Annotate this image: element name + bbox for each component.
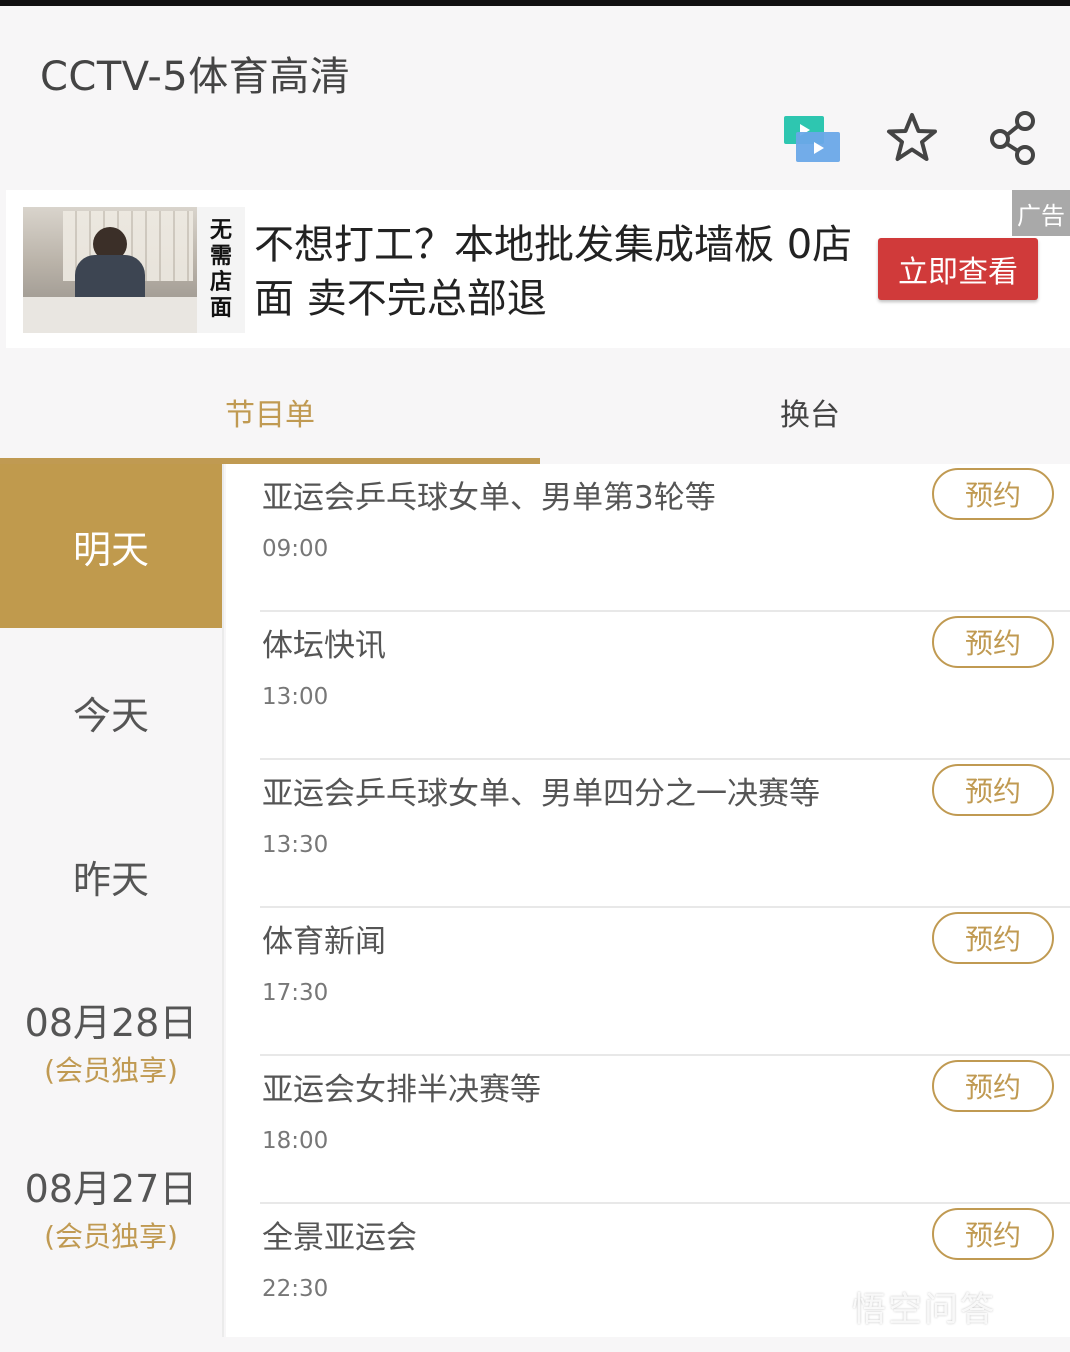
tv-cast-icon[interactable] xyxy=(780,106,844,170)
program-name: 全景亚运会 xyxy=(262,1220,417,1256)
program-name: 体育新闻 xyxy=(262,924,386,960)
date-item-0827[interactable]: 08月27日 (会员独享) xyxy=(0,1124,222,1288)
program-time: 17:30 xyxy=(262,980,329,1006)
ad-banner[interactable]: 无 需 店 面 不想打工？本地批发集成墙板 0店面 卖不完总部退 立即查看 广告 xyxy=(6,190,1070,348)
date-label: 今天 xyxy=(72,693,149,738)
ad-label: 广告 xyxy=(1012,190,1070,236)
ad-image-caption-char: 店 xyxy=(209,270,232,295)
date-label: 昨天 xyxy=(72,857,149,902)
program-row[interactable]: 亚运会乒乓球女单、男单四分之一决赛等 13:30 预约 xyxy=(226,760,1070,908)
date-sidebar: 明天 今天 昨天 08月28日 (会员独享) 08月27日 (会员独享) xyxy=(0,464,224,1337)
member-only-label: (会员独享) xyxy=(44,1053,178,1087)
share-icon[interactable] xyxy=(982,106,1046,170)
star-icon[interactable] xyxy=(880,106,944,170)
program-name: 亚运会女排半决赛等 xyxy=(262,1072,541,1108)
program-time: 09:00 xyxy=(262,536,329,562)
ad-image: 无 需 店 面 xyxy=(23,207,245,333)
program-row[interactable]: 亚运会女排半决赛等 18:00 预约 xyxy=(226,1056,1070,1204)
program-time: 22:30 xyxy=(262,1276,329,1302)
program-time: 13:00 xyxy=(262,684,329,710)
program-name: 体坛快讯 xyxy=(262,628,386,664)
date-label: 明天 xyxy=(72,527,149,572)
program-name: 亚运会乒乓球女单、男单四分之一决赛等 xyxy=(262,776,820,812)
channel-title: CCTV-5体育高清 xyxy=(40,54,351,100)
program-row[interactable]: 亚运会乒乓球女单、男单第3轮等 09:00 预约 xyxy=(226,464,1070,612)
reserve-button[interactable]: 预约 xyxy=(932,1060,1054,1112)
tab-switch-channel[interactable]: 换台 xyxy=(540,360,1070,464)
date-item-today[interactable]: 今天 xyxy=(0,630,222,794)
ad-image-table xyxy=(23,297,203,333)
reserve-button[interactable]: 预约 xyxy=(932,468,1054,520)
reserve-button[interactable]: 预约 xyxy=(932,912,1054,964)
ad-image-caption-char: 面 xyxy=(209,296,232,321)
date-item-tomorrow[interactable]: 明天 xyxy=(0,464,222,628)
date-item-0828[interactable]: 08月28日 (会员独享) xyxy=(0,958,222,1122)
program-time: 13:30 xyxy=(262,832,329,858)
program-name: 亚运会乒乓球女单、男单第3轮等 xyxy=(262,480,716,516)
tab-program-list[interactable]: 节目单 xyxy=(0,360,540,464)
date-label: 08月27日 xyxy=(24,1166,198,1211)
program-row[interactable]: 体育新闻 17:30 预约 xyxy=(226,908,1070,1056)
program-row[interactable]: 体坛快讯 13:00 预约 xyxy=(226,612,1070,760)
reserve-button[interactable]: 预约 xyxy=(932,764,1054,816)
tab-bar: 节目单 换台 xyxy=(0,360,1070,464)
ad-text[interactable]: 不想打工？本地批发集成墙板 0店面 卖不完总部退 xyxy=(254,218,854,326)
header: CCTV-5体育高清 xyxy=(0,6,1070,180)
date-item-yesterday[interactable]: 昨天 xyxy=(0,794,222,958)
program-time: 18:00 xyxy=(262,1128,329,1154)
ad-image-caption: 无 需 店 面 xyxy=(197,207,245,333)
reserve-button[interactable]: 预约 xyxy=(932,1208,1054,1260)
member-only-label: (会员独享) xyxy=(44,1219,178,1253)
program-list: 亚运会乒乓球女单、男单第3轮等 09:00 预约 体坛快讯 13:00 预约 亚… xyxy=(226,464,1070,1337)
ad-image-caption-char: 无 xyxy=(209,218,232,243)
ad-image-caption-char: 需 xyxy=(209,244,232,269)
watermark: 悟空问答 xyxy=(852,1290,996,1330)
date-label: 08月28日 xyxy=(24,1000,198,1045)
reserve-button[interactable]: 预约 xyxy=(932,616,1054,668)
ad-view-now-button[interactable]: 立即查看 xyxy=(878,238,1038,300)
